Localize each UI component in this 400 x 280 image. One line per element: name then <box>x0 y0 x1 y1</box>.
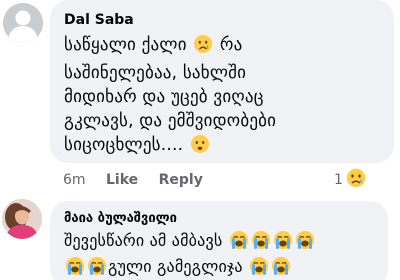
crying-emoji-icon <box>65 256 85 280</box>
reaction-count: 1 <box>334 172 343 188</box>
comment-bubble: მაია ბულაშვილი შევესწარი ამ ამბავს გული … <box>50 201 388 280</box>
comment-line: გკლავს, და ემშვიდობები <box>64 111 277 131</box>
reply-button[interactable]: Reply <box>159 172 203 188</box>
comment-author[interactable]: Dal Saba <box>64 11 380 29</box>
sad-reaction-icon <box>345 167 367 193</box>
comment-text-segment: შევესწარი ამ ამბავს <box>64 231 228 250</box>
comment-line: გული გამეგლიჯა <box>64 256 374 280</box>
comment-text: შევესწარი ამ ამბავს გული გამეგლიჯა <box>64 230 374 280</box>
crying-emoji-icon <box>271 256 291 280</box>
comment-text-segment: საწყალი ქალი <box>64 35 193 55</box>
crying-emoji-icon <box>251 230 271 256</box>
comment-line: სიცოცხლეს.... <box>64 133 380 161</box>
sad-tear-emoji-icon <box>193 34 213 61</box>
comment-author[interactable]: მაია ბულაშვილი <box>64 210 374 228</box>
comment-text-segment: სიცოცხლეს.... <box>64 135 189 155</box>
comment-line: მიდიხარ და უცებ ვიღაც <box>64 87 264 107</box>
comment-bubble: Dal Saba საწყალი ქალი რა საშინელებაა, სა… <box>50 0 394 163</box>
comment-text-segment: რა <box>214 35 243 55</box>
like-button[interactable]: Like <box>106 172 138 188</box>
crying-emoji-icon <box>229 230 249 256</box>
avatar[interactable] <box>3 3 43 43</box>
crying-emoji-icon <box>87 256 107 280</box>
avatar[interactable] <box>2 199 42 239</box>
comment-timestamp[interactable]: 6m <box>63 172 86 188</box>
frown-emoji-icon <box>190 134 210 161</box>
crying-emoji-icon <box>295 230 315 256</box>
crying-emoji-icon <box>273 230 293 256</box>
crying-emoji-icon <box>249 256 269 280</box>
comment-thread: Dal Saba საწყალი ქალი რა საშინელებაა, სა… <box>0 0 400 280</box>
comment-line: საწყალი ქალი რა <box>64 33 380 61</box>
comment-actions: 6m Like Reply <box>63 171 219 189</box>
comment-line: შევესწარი ამ ამბავს <box>64 230 374 256</box>
comment-line: საშინელებაა, სახლში <box>64 63 247 83</box>
reaction-summary[interactable]: 1 <box>334 167 367 193</box>
comment-text-segment: გული გამეგლიჯა <box>108 257 249 276</box>
comment-text: საწყალი ქალი რა საშინელებაა, სახლში მიდი… <box>64 33 380 161</box>
